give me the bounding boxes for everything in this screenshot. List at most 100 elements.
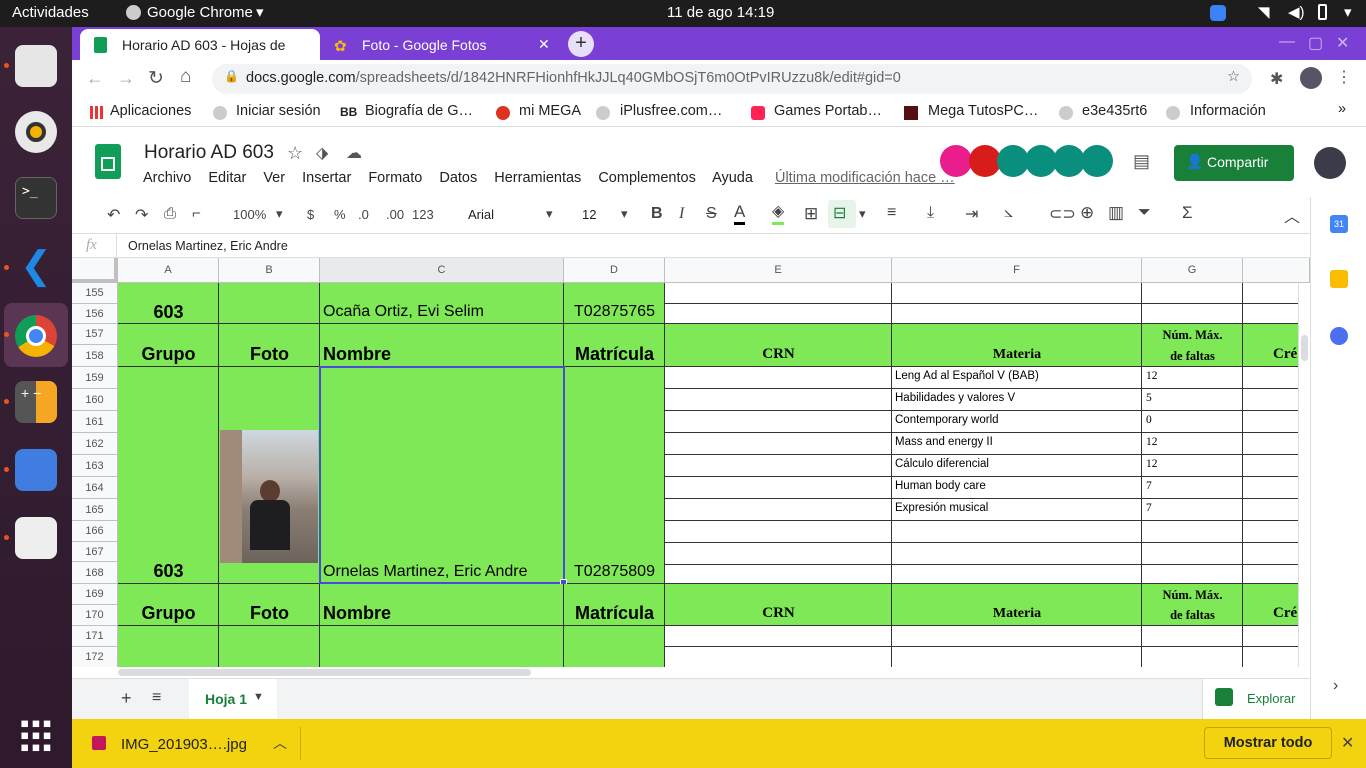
functions-icon[interactable]: Σ xyxy=(1182,203,1193,223)
cell-nombre[interactable]: Ocaña Ortiz, Evi Selim xyxy=(323,303,484,321)
header-crn[interactable]: CRN xyxy=(665,346,892,363)
tab-photos[interactable]: ✿ Foto - Google Fotos ✕ xyxy=(320,29,560,60)
cloud-status-icon[interactable]: ☁ xyxy=(346,143,362,163)
print-icon[interactable]: ⎙ xyxy=(164,205,176,222)
menu-herramientas[interactable]: Herramientas xyxy=(494,170,581,186)
cell-grupo[interactable]: 603 xyxy=(118,561,219,582)
row-header[interactable]: 171 xyxy=(72,626,118,647)
chrome-dock-icon[interactable] xyxy=(15,315,57,357)
more-formats-button[interactable]: 123 xyxy=(412,207,434,222)
bookmark-iplusfree[interactable]: iPlusfree.com… xyxy=(620,103,722,119)
comments-icon[interactable]: ▤ xyxy=(1133,151,1150,172)
menu-complementos[interactable]: Complementos xyxy=(598,170,696,186)
terminal-icon[interactable]: >_ xyxy=(15,177,57,219)
bookmark-games[interactable]: Games Portab… xyxy=(774,103,882,119)
keep-icon[interactable] xyxy=(1330,270,1348,288)
filter-icon[interactable]: ⏷ xyxy=(1138,204,1151,222)
bookmark-login[interactable]: Iniciar sesión xyxy=(236,103,321,119)
star-icon[interactable]: ☆ xyxy=(287,143,303,164)
close-download-bar-icon[interactable]: ✕ xyxy=(1341,733,1354,753)
row-header[interactable]: 157 xyxy=(72,324,118,345)
close-window-icon[interactable]: ✕ xyxy=(1336,33,1349,53)
font-select[interactable]: Arial xyxy=(468,207,494,222)
minimize-icon[interactable]: — xyxy=(1279,33,1295,51)
menu-ayuda[interactable]: Ayuda xyxy=(712,170,753,186)
tasks-panel-icon[interactable] xyxy=(1330,327,1348,345)
row-header[interactable]: 164 xyxy=(72,477,118,499)
student-photo[interactable] xyxy=(220,430,318,563)
header-grupo[interactable]: Grupo xyxy=(118,344,219,365)
row-header[interactable]: 166 xyxy=(72,521,118,542)
collapse-toolbar-icon[interactable]: ︿ xyxy=(1284,203,1300,227)
row-header[interactable]: 158 xyxy=(72,345,118,367)
insert-comment-icon[interactable]: ⊕ xyxy=(1080,203,1094,223)
menu-formato[interactable]: Formato xyxy=(368,170,422,186)
header-nombre[interactable]: Nombre xyxy=(323,344,391,365)
row-header[interactable]: 167 xyxy=(72,542,118,562)
show-applications-icon[interactable]: ▪▪▪ ▪▪▪ ▪▪▪ xyxy=(20,710,54,760)
row-header[interactable]: 169 xyxy=(72,584,118,605)
all-sheets-icon[interactable]: ≡ xyxy=(152,689,161,707)
scroll-thumb[interactable] xyxy=(118,669,531,676)
activities-button[interactable]: Actividades xyxy=(12,4,89,21)
row-header[interactable]: 168 xyxy=(72,562,118,584)
row-header[interactable]: 155 xyxy=(72,283,118,304)
header-materia[interactable]: Materia xyxy=(892,347,1142,363)
row-header[interactable]: 160 xyxy=(72,389,118,411)
paint-format-icon[interactable]: ⌐ xyxy=(192,205,201,222)
doc-title[interactable]: Horario AD 603 xyxy=(144,142,274,164)
menu-datos[interactable]: Datos xyxy=(439,170,477,186)
clock[interactable]: 11 de ago 14:19 xyxy=(667,4,774,21)
undo-icon[interactable]: ↶ xyxy=(107,205,120,225)
column-header[interactable]: C xyxy=(320,258,564,283)
more-bookmarks-icon[interactable]: » xyxy=(1338,101,1346,117)
bookmark-mega[interactable]: mi MEGA xyxy=(519,103,581,119)
header-materia[interactable]: Materia xyxy=(892,606,1142,622)
increase-decimal-button[interactable]: .00 xyxy=(386,207,404,222)
sheets-logo-icon[interactable] xyxy=(95,144,121,179)
strikethrough-icon[interactable]: S xyxy=(706,205,717,223)
bookmark-bio[interactable]: Biografía de G… xyxy=(365,103,473,119)
tasks-icon[interactable] xyxy=(15,449,57,491)
app-menu[interactable]: Google Chrome xyxy=(147,4,253,21)
wifi-icon[interactable]: ◥ xyxy=(1258,3,1270,21)
column-header[interactable]: G xyxy=(1142,258,1243,283)
back-icon[interactable]: ← xyxy=(86,68,104,89)
bookmark-info[interactable]: Información xyxy=(1190,103,1266,119)
files-icon[interactable] xyxy=(15,45,57,87)
header-crn[interactable]: CRN xyxy=(665,605,892,622)
new-tab-button[interactable]: + xyxy=(568,31,594,57)
bookmark-tutos[interactable]: Mega TutosPC… xyxy=(928,103,1038,119)
header-faltas[interactable]: de faltas xyxy=(1142,349,1243,364)
add-sheet-icon[interactable]: + xyxy=(121,688,132,709)
column-header[interactable] xyxy=(1243,258,1310,283)
column-header[interactable]: E xyxy=(665,258,892,283)
text-rotation-icon[interactable]: ⦣ xyxy=(1004,204,1013,222)
text-wrap-icon[interactable]: ⇥ xyxy=(965,204,978,224)
menu-ver[interactable]: Ver xyxy=(263,170,285,186)
link-icon[interactable]: ⊂⊃ xyxy=(1049,204,1076,224)
bold-icon[interactable]: B xyxy=(651,205,663,223)
row-header[interactable]: 172 xyxy=(72,647,118,668)
header-nummax[interactable]: Núm. Máx. xyxy=(1142,588,1243,603)
calendar-icon[interactable]: 31 xyxy=(1330,215,1348,233)
zoom-select[interactable]: 100% xyxy=(233,207,266,222)
header-foto[interactable]: Foto xyxy=(219,344,320,365)
percent-format-button[interactable]: % xyxy=(334,207,346,222)
row-header[interactable]: 165 xyxy=(72,499,118,521)
tab-sheets[interactable]: Horario AD 603 - Hojas de xyxy=(80,29,320,60)
chrome-menu-icon[interactable]: ⋮ xyxy=(1336,67,1352,87)
column-header[interactable]: D xyxy=(564,258,665,283)
battery-icon[interactable] xyxy=(1318,4,1327,20)
header-grupo[interactable]: Grupo xyxy=(118,603,219,624)
collaborator-avatar[interactable] xyxy=(940,145,972,177)
volume-icon[interactable]: ◀) xyxy=(1288,3,1305,21)
formula-input[interactable]: Ornelas Martinez, Eric Andre xyxy=(128,239,288,253)
redo-icon[interactable]: ↷ xyxy=(135,205,148,225)
cell-matricula[interactable]: T02875809 xyxy=(564,563,665,581)
italic-icon[interactable]: I xyxy=(679,205,684,223)
download-item[interactable]: IMG_201903….jpg xyxy=(121,736,247,753)
move-icon[interactable]: ⬗ xyxy=(316,143,328,163)
insert-chart-icon[interactable]: ▥ xyxy=(1108,203,1124,223)
menu-editar[interactable]: Editar xyxy=(208,170,246,186)
